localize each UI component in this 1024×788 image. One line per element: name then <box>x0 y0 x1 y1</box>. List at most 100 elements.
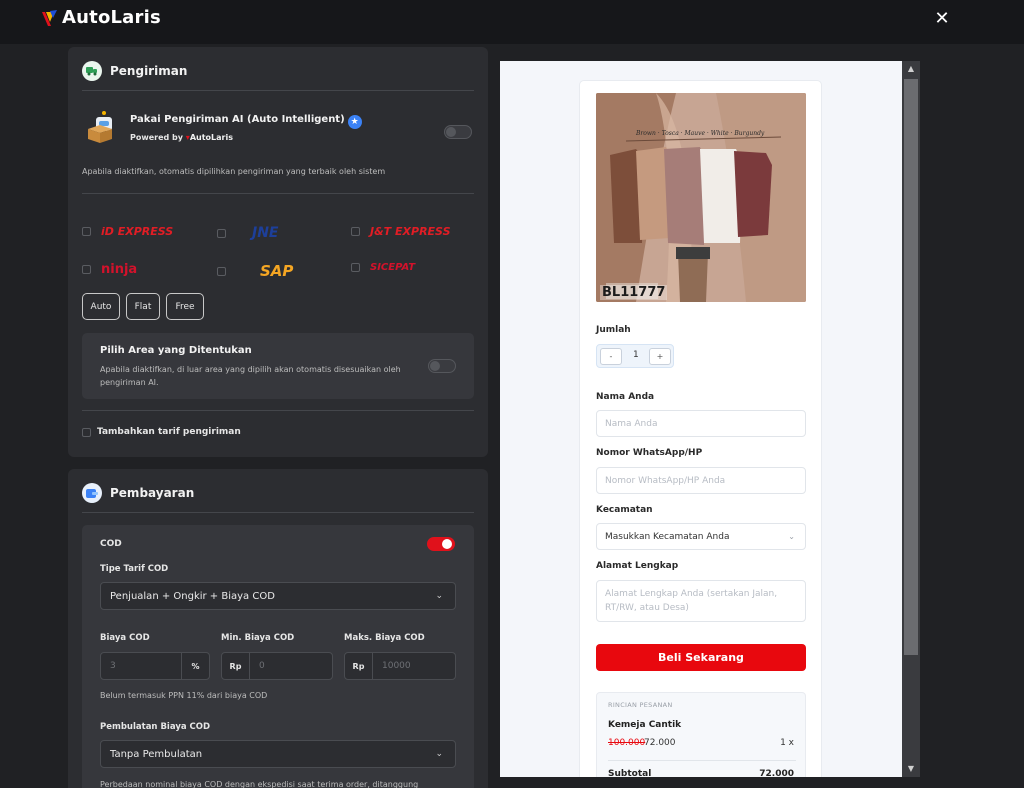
payment-title: Pembayaran <box>110 486 195 500</box>
courier-jnt[interactable]: J&T EXPRESS <box>351 225 451 238</box>
extra-tariff-row[interactable]: Tambahkan tarif pengiriman <box>82 427 241 437</box>
name-label: Nama Anda <box>596 392 655 402</box>
area-description: Apabila diaktifkan, di luar area yang di… <box>100 365 401 387</box>
divider <box>82 193 474 194</box>
extra-tariff-checkbox[interactable] <box>82 427 91 437</box>
courier-logo-sap: SAP <box>260 262 294 280</box>
summary-old-price: 100.000 <box>608 738 646 748</box>
payment-header: Pembayaran <box>82 483 194 503</box>
shipping-title: Pengiriman <box>110 64 188 78</box>
courier-checkbox[interactable] <box>351 263 360 272</box>
courier-logo-sicepat: SICEPAT <box>370 262 416 273</box>
bottom-note: Perbedaan nominal biaya COD dengan ekspe… <box>100 780 419 788</box>
scroll-up-icon[interactable]: ▲ <box>902 61 920 77</box>
divider <box>82 512 474 513</box>
qty-value: 1 <box>633 350 639 360</box>
district-label: Kecamatan <box>596 505 653 515</box>
cod-toggle[interactable] <box>427 537 455 551</box>
order-summary: RINCIAN PESANAN Kemeja Cantik 100.000 72… <box>596 692 806 777</box>
courier-logo-idexpress: iD EXPRESS <box>101 225 174 238</box>
mode-free-button[interactable]: Free <box>166 293 204 320</box>
phone-label: Nomor WhatsApp/HP <box>596 448 703 458</box>
courier-checkbox[interactable] <box>351 227 360 236</box>
min-fee-placeholder: 0 <box>259 661 265 671</box>
form-preview: Brown · Tosca · Mauve · White · Burgundy… <box>500 61 920 777</box>
min-fee-label: Min. Biaya COD <box>221 633 295 643</box>
buy-now-button[interactable]: Beli Sekarang <box>596 644 806 671</box>
qty-plus-button[interactable]: + <box>649 348 671 365</box>
autolaris-logo-icon <box>40 8 58 28</box>
min-fee-input[interactable]: Rp 0 <box>221 652 333 680</box>
fee-input[interactable]: 3 % <box>100 652 210 680</box>
chevron-down-icon: ⌄ <box>435 591 443 601</box>
courier-jne[interactable]: JNE <box>217 225 279 241</box>
courier-checkbox[interactable] <box>82 227 91 236</box>
courier-idexpress[interactable]: iD EXPRESS <box>82 225 173 238</box>
courier-checkbox[interactable] <box>217 228 226 238</box>
ai-shipping-title: Pakai Pengiriman AI (Auto Intelligent) ★ <box>130 114 362 129</box>
payment-panel: Pembayaran COD Tipe Tarif COD Penjualan … <box>68 469 488 788</box>
fee-unit: % <box>181 653 209 679</box>
scroll-down-icon[interactable]: ▼ <box>902 761 920 777</box>
preview-scrollbar[interactable]: ▲ ▼ <box>902 61 920 777</box>
star-badge-icon: ★ <box>347 115 362 129</box>
scroll-thumb[interactable] <box>904 79 918 655</box>
qty-label: Jumlah <box>596 325 631 335</box>
courier-checkbox[interactable] <box>217 266 226 276</box>
ppn-note: Belum termasuk PPN 11% dari biaya COD <box>100 691 268 700</box>
rounding-select[interactable]: Tanpa Pembulatan ⌄ <box>100 740 456 768</box>
ai-box-icon <box>84 109 118 145</box>
mode-auto-button[interactable]: Auto <box>82 293 120 320</box>
address-textarea[interactable]: Alamat Lengkap Anda (sertakan Jalan, RT/… <box>596 580 806 622</box>
name-input[interactable]: Nama Anda <box>596 410 806 437</box>
ai-shipping-description: Apabila diaktifkan, otomatis dipilihkan … <box>82 167 386 176</box>
courier-logo-jnt: J&T EXPRESS <box>370 225 451 238</box>
app-name: AutoLaris <box>62 7 161 28</box>
tariff-type-label: Tipe Tarif COD <box>100 564 169 574</box>
courier-ninja[interactable]: ninja <box>82 262 137 277</box>
close-icon[interactable]: ✕ <box>932 9 952 29</box>
tariff-type-select[interactable]: Penjualan + Ongkir + Biaya COD ⌄ <box>100 582 456 610</box>
ai-shipping-title-text: Pakai Pengiriman AI (Auto Intelligent) <box>130 114 345 125</box>
divider <box>82 90 474 91</box>
district-select[interactable]: Masukkan Kecamatan Anda ⌄ <box>596 523 806 550</box>
rounding-value: Tanpa Pembulatan <box>110 748 203 760</box>
max-fee-input[interactable]: Rp 10000 <box>344 652 456 680</box>
max-fee-label: Maks. Biaya COD <box>344 633 425 643</box>
mode-flat-button[interactable]: Flat <box>126 293 160 320</box>
courier-logo-jne: JNE <box>252 225 279 241</box>
toggle-knob <box>442 539 452 549</box>
courier-sicepat[interactable]: SICEPAT <box>351 262 415 273</box>
divider <box>82 410 474 411</box>
courier-logo-ninja: ninja <box>101 262 138 277</box>
subtotal-label: Subtotal <box>608 769 652 777</box>
summary-item-qty: 1 x <box>780 738 794 748</box>
area-selection-box: Pilih Area yang Ditentukan Apabila diakt… <box>82 333 474 399</box>
ai-shipping-toggle[interactable] <box>444 125 472 139</box>
wallet-icon <box>82 483 102 503</box>
quantity-stepper[interactable]: - 1 + <box>596 344 674 368</box>
top-bar: AutoLaris ✕ <box>0 0 1024 44</box>
rounding-label: Pembulatan Biaya COD <box>100 722 211 732</box>
toggle-knob <box>430 361 440 371</box>
qty-minus-button[interactable]: - <box>600 348 622 365</box>
product-photo-icon: Brown · Tosca · Mauve · White · Burgundy <box>596 93 806 302</box>
area-toggle[interactable] <box>428 359 456 373</box>
cod-label: COD <box>100 539 122 549</box>
toggle-knob <box>446 127 456 137</box>
summary-title: RINCIAN PESANAN <box>608 701 673 709</box>
extra-tariff-label: Tambahkan tarif pengiriman <box>97 427 241 437</box>
subtotal-value: 72.000 <box>759 769 794 777</box>
truck-icon <box>82 61 102 81</box>
fee-label: Biaya COD <box>100 633 150 643</box>
courier-sap[interactable]: SAP <box>217 262 293 280</box>
fee-placeholder: 3 <box>110 661 116 671</box>
product-image: Brown · Tosca · Mauve · White · Burgundy… <box>596 93 806 302</box>
summary-item-name: Kemeja Cantik <box>608 720 682 730</box>
min-fee-prefix: Rp <box>222 653 250 679</box>
phone-input[interactable]: Nomor WhatsApp/HP Anda <box>596 467 806 494</box>
summary-new-price: 72.000 <box>644 738 676 748</box>
courier-checkbox[interactable] <box>82 265 91 274</box>
tariff-type-value: Penjualan + Ongkir + Biaya COD <box>110 590 275 602</box>
divider <box>608 760 796 761</box>
